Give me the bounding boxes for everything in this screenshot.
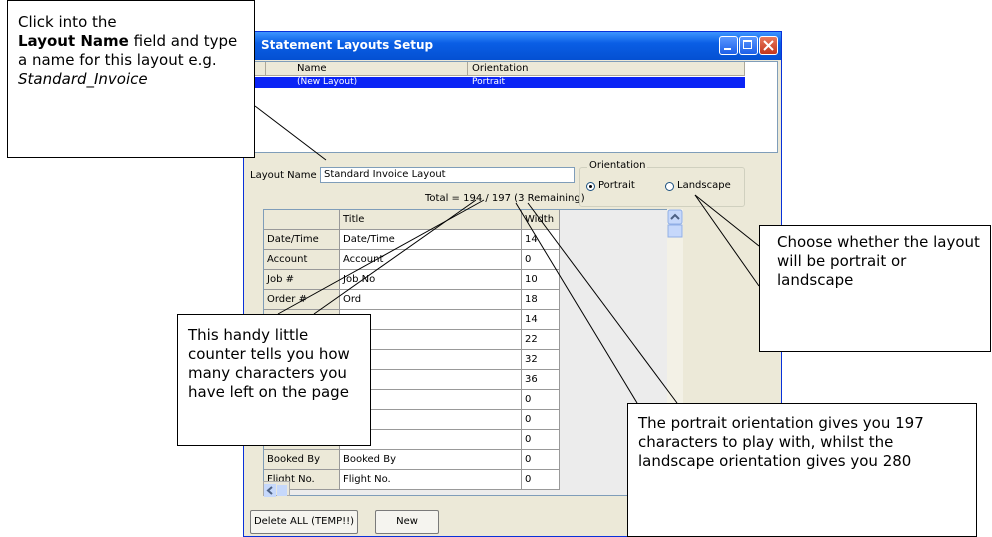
callout-portrait-info: The portrait orientation gives you 197 c… <box>627 403 977 537</box>
callout-layout-name: Click into the Layout Name field and typ… <box>7 0 255 158</box>
callout-layout-name-bold: Layout Name <box>18 32 129 50</box>
callout-counter: This handy little counter tells you how … <box>177 314 371 446</box>
callout-layout-name-italic: Standard_Invoice <box>18 70 148 88</box>
callout-layout-name-line1: Click into the <box>18 13 117 31</box>
callout-orientation: Choose whether the layout will be portra… <box>759 225 991 352</box>
